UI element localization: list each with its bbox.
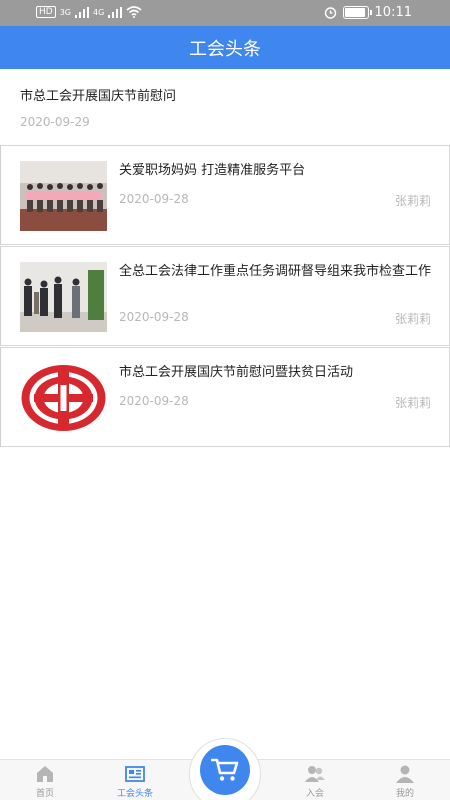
tab-news-label: 工会头条 bbox=[116, 789, 153, 799]
news-title: 关爱职场妈妈 打造精准服务平台 bbox=[119, 163, 306, 178]
battery-icon bbox=[342, 6, 372, 19]
cart-icon bbox=[211, 758, 239, 781]
news-date: 2020-09-28 bbox=[119, 310, 189, 324]
battery-level bbox=[344, 8, 366, 17]
network-3g-label: 3G bbox=[59, 7, 71, 17]
news-thumbnail-union-logo bbox=[20, 363, 107, 433]
top-news-item[interactable]: 市总工会开展国庆节前慰问 2020-09-29 bbox=[0, 69, 450, 145]
signal-icon-2 bbox=[108, 6, 123, 18]
news-author: 张莉莉 bbox=[394, 194, 431, 208]
newspaper-icon bbox=[124, 764, 146, 784]
tab-home-label: 首页 bbox=[35, 789, 54, 799]
hd-indicator: HD bbox=[36, 6, 56, 18]
tab-join-label: 入会 bbox=[305, 789, 324, 799]
news-card-2[interactable]: 全总工会法律工作重点任务调研督导组来我市检查工作 2020-09-28 张莉莉 bbox=[0, 246, 450, 346]
status-left: HD 3G 4G bbox=[36, 6, 142, 18]
wifi-icon bbox=[126, 6, 142, 18]
tab-join[interactable]: 入会 bbox=[270, 760, 360, 800]
home-icon bbox=[34, 764, 56, 784]
cart-button[interactable] bbox=[189, 738, 261, 800]
news-title: 市总工会开展国庆节前慰问暨扶贫日活动 bbox=[119, 365, 354, 380]
news-thumbnail-group-photo bbox=[20, 161, 107, 231]
news-author: 张莉莉 bbox=[394, 312, 431, 326]
status-time: 10:11 bbox=[374, 5, 412, 20]
news-card-3[interactable]: 市总工会开展国庆节前慰问暨扶贫日活动 2020-09-28 张莉莉 bbox=[0, 347, 450, 447]
top-news-title: 市总工会开展国庆节前慰问 bbox=[20, 89, 177, 104]
news-date: 2020-09-28 bbox=[119, 394, 189, 408]
union-logo-icon bbox=[21, 365, 106, 431]
person-icon bbox=[394, 764, 416, 784]
network-4g-label: 4G bbox=[93, 7, 105, 17]
status-right: 10:11 bbox=[324, 5, 412, 20]
alarm-icon bbox=[324, 7, 336, 19]
tab-home[interactable]: 首页 bbox=[0, 760, 90, 800]
news-title: 全总工会法律工作重点任务调研督导组来我市检查工作 bbox=[119, 264, 432, 279]
tab-profile-label: 我的 bbox=[395, 789, 414, 799]
page-title: 工会头条 bbox=[189, 38, 261, 60]
news-date: 2020-09-28 bbox=[119, 192, 189, 206]
tab-news[interactable]: 工会头条 bbox=[90, 760, 180, 800]
page-header: 工会头条 bbox=[0, 26, 450, 69]
tab-profile[interactable]: 我的 bbox=[360, 760, 450, 800]
news-card-1[interactable]: 关爱职场妈妈 打造精准服务平台 2020-09-28 张莉莉 bbox=[0, 145, 450, 245]
users-icon bbox=[304, 764, 326, 784]
cart-button-circle bbox=[200, 745, 250, 795]
status-bar: HD 3G 4G 10:11 bbox=[0, 0, 450, 26]
news-author: 张莉莉 bbox=[394, 396, 431, 410]
news-thumbnail-meeting-photo bbox=[20, 262, 107, 332]
signal-icon bbox=[75, 6, 89, 18]
top-news-date: 2020-09-29 bbox=[20, 115, 90, 129]
